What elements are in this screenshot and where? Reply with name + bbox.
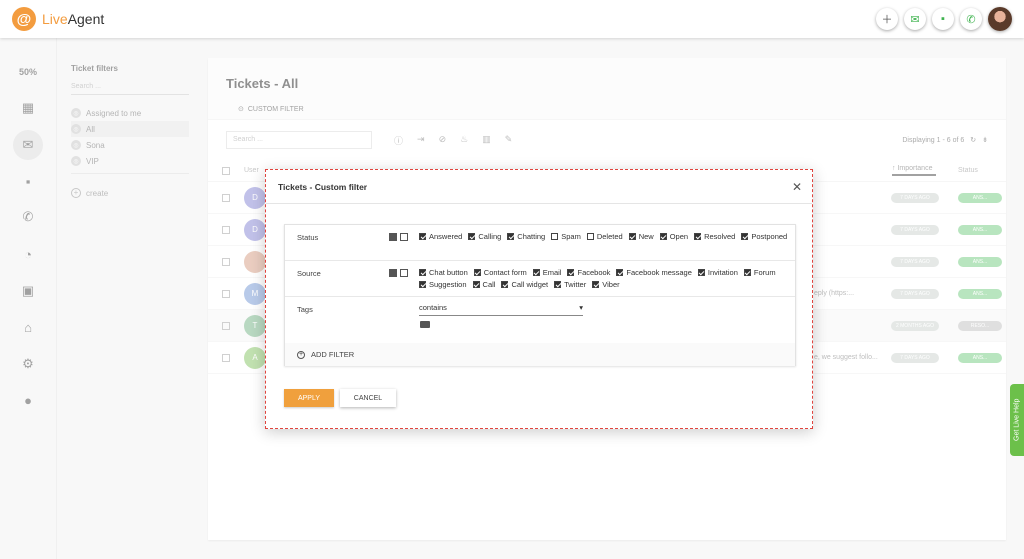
avatar[interactable] xyxy=(988,7,1012,31)
source-option-email[interactable]: Email xyxy=(532,268,561,277)
apply-button[interactable]: APPLY xyxy=(284,389,334,407)
select-toggle-icons xyxy=(389,269,408,277)
close-icon[interactable]: ✕ xyxy=(792,180,802,194)
checkbox[interactable] xyxy=(507,233,515,240)
add-filter-button[interactable]: + ADD FILTER xyxy=(285,343,795,366)
checkbox[interactable] xyxy=(473,269,481,276)
source-options: Chat button Contact form Email Facebook … xyxy=(419,268,789,289)
status-option-open[interactable]: Open xyxy=(659,232,688,241)
modal-header: Tickets - Custom filter ✕ xyxy=(266,170,812,204)
select-none-icon[interactable] xyxy=(400,233,408,241)
status-option-spam[interactable]: Spam xyxy=(551,232,581,241)
phone-icon[interactable]: ✆ xyxy=(960,8,982,30)
source-option-facebook-message[interactable]: Facebook message xyxy=(616,268,692,277)
select-all-icon[interactable] xyxy=(389,269,397,277)
tags-operator-select[interactable]: contains ▾ xyxy=(419,303,583,316)
top-actions: ＋ ✉ ▪ ✆ xyxy=(876,7,1012,31)
status-option-calling[interactable]: Calling xyxy=(468,232,501,241)
tag-icon[interactable] xyxy=(420,321,430,328)
source-option-contact-form[interactable]: Contact form xyxy=(473,268,527,277)
source-option-facebook[interactable]: Facebook xyxy=(567,268,610,277)
select-none-icon[interactable] xyxy=(400,269,408,277)
checkbox[interactable] xyxy=(743,269,751,276)
checkbox[interactable] xyxy=(554,281,562,288)
source-option-call[interactable]: Call xyxy=(472,280,495,289)
status-option-answered[interactable]: Answered xyxy=(419,232,462,241)
status-option-resolved[interactable]: Resolved xyxy=(694,232,735,241)
status-option-new[interactable]: New xyxy=(628,232,654,241)
tags-filter-row: Tags contains ▾ xyxy=(285,297,795,343)
checkbox[interactable] xyxy=(468,233,476,240)
status-label: Status xyxy=(297,233,319,242)
checkbox[interactable] xyxy=(592,281,600,288)
source-option-chat-button[interactable]: Chat button xyxy=(419,268,468,277)
checkbox[interactable] xyxy=(567,269,575,276)
select-toggle-icons xyxy=(389,233,408,241)
checkbox[interactable] xyxy=(659,233,667,240)
source-option-call-widget[interactable]: Call widget xyxy=(501,280,548,289)
logo[interactable]: @ LiveAgent xyxy=(12,7,104,31)
mail-icon[interactable]: ✉ xyxy=(904,8,926,30)
status-options: Answered Calling Chatting Spam Deleted N… xyxy=(419,232,789,241)
tags-label: Tags xyxy=(297,305,313,314)
checkbox[interactable] xyxy=(472,281,480,288)
checkbox[interactable] xyxy=(419,269,426,276)
checkbox[interactable] xyxy=(501,281,509,288)
checkbox[interactable] xyxy=(586,233,594,240)
source-option-suggestion[interactable]: Suggestion xyxy=(419,280,467,289)
checkbox[interactable] xyxy=(532,269,540,276)
source-option-invitation[interactable]: Invitation xyxy=(697,268,738,277)
source-option-twitter[interactable]: Twitter xyxy=(554,280,586,289)
modal-title: Tickets - Custom filter xyxy=(278,181,368,192)
cancel-button[interactable]: CANCEL xyxy=(340,389,396,407)
checkbox[interactable] xyxy=(551,233,559,240)
checkbox[interactable] xyxy=(694,233,702,240)
chevron-down-icon: ▾ xyxy=(579,303,583,312)
checkbox[interactable] xyxy=(419,233,426,240)
source-filter-row: Source Chat button Contact form Email Fa… xyxy=(285,261,795,297)
custom-filter-modal: Tickets - Custom filter ✕ Status Answere… xyxy=(265,169,813,429)
source-option-viber[interactable]: Viber xyxy=(592,280,620,289)
plus-icon[interactable]: ＋ xyxy=(876,8,898,30)
live-help-tab[interactable]: Get Live Help xyxy=(1010,384,1024,456)
filter-card: Status Answered Calling Chatting Spam De… xyxy=(284,224,796,366)
status-filter-row: Status Answered Calling Chatting Spam De… xyxy=(285,225,795,261)
checkbox[interactable] xyxy=(628,233,636,240)
logo-icon: @ xyxy=(12,7,36,31)
status-option-chatting[interactable]: Chatting xyxy=(507,232,545,241)
source-option-forum[interactable]: Forum xyxy=(743,268,776,277)
checkbox[interactable] xyxy=(616,269,624,276)
logo-text: LiveAgent xyxy=(42,11,105,27)
modal-actions: APPLY CANCEL xyxy=(284,389,396,407)
plus-icon: + xyxy=(297,350,305,359)
status-option-deleted[interactable]: Deleted xyxy=(586,232,623,241)
select-all-icon[interactable] xyxy=(389,233,397,241)
source-label: Source xyxy=(297,269,321,278)
checkbox[interactable] xyxy=(741,233,749,240)
checkbox[interactable] xyxy=(419,281,426,288)
top-bar: @ LiveAgent ＋ ✉ ▪ ✆ xyxy=(0,0,1024,38)
checkbox[interactable] xyxy=(697,269,705,276)
chat-icon[interactable]: ▪ xyxy=(932,8,954,30)
status-option-postponed[interactable]: Postponed xyxy=(741,232,787,241)
